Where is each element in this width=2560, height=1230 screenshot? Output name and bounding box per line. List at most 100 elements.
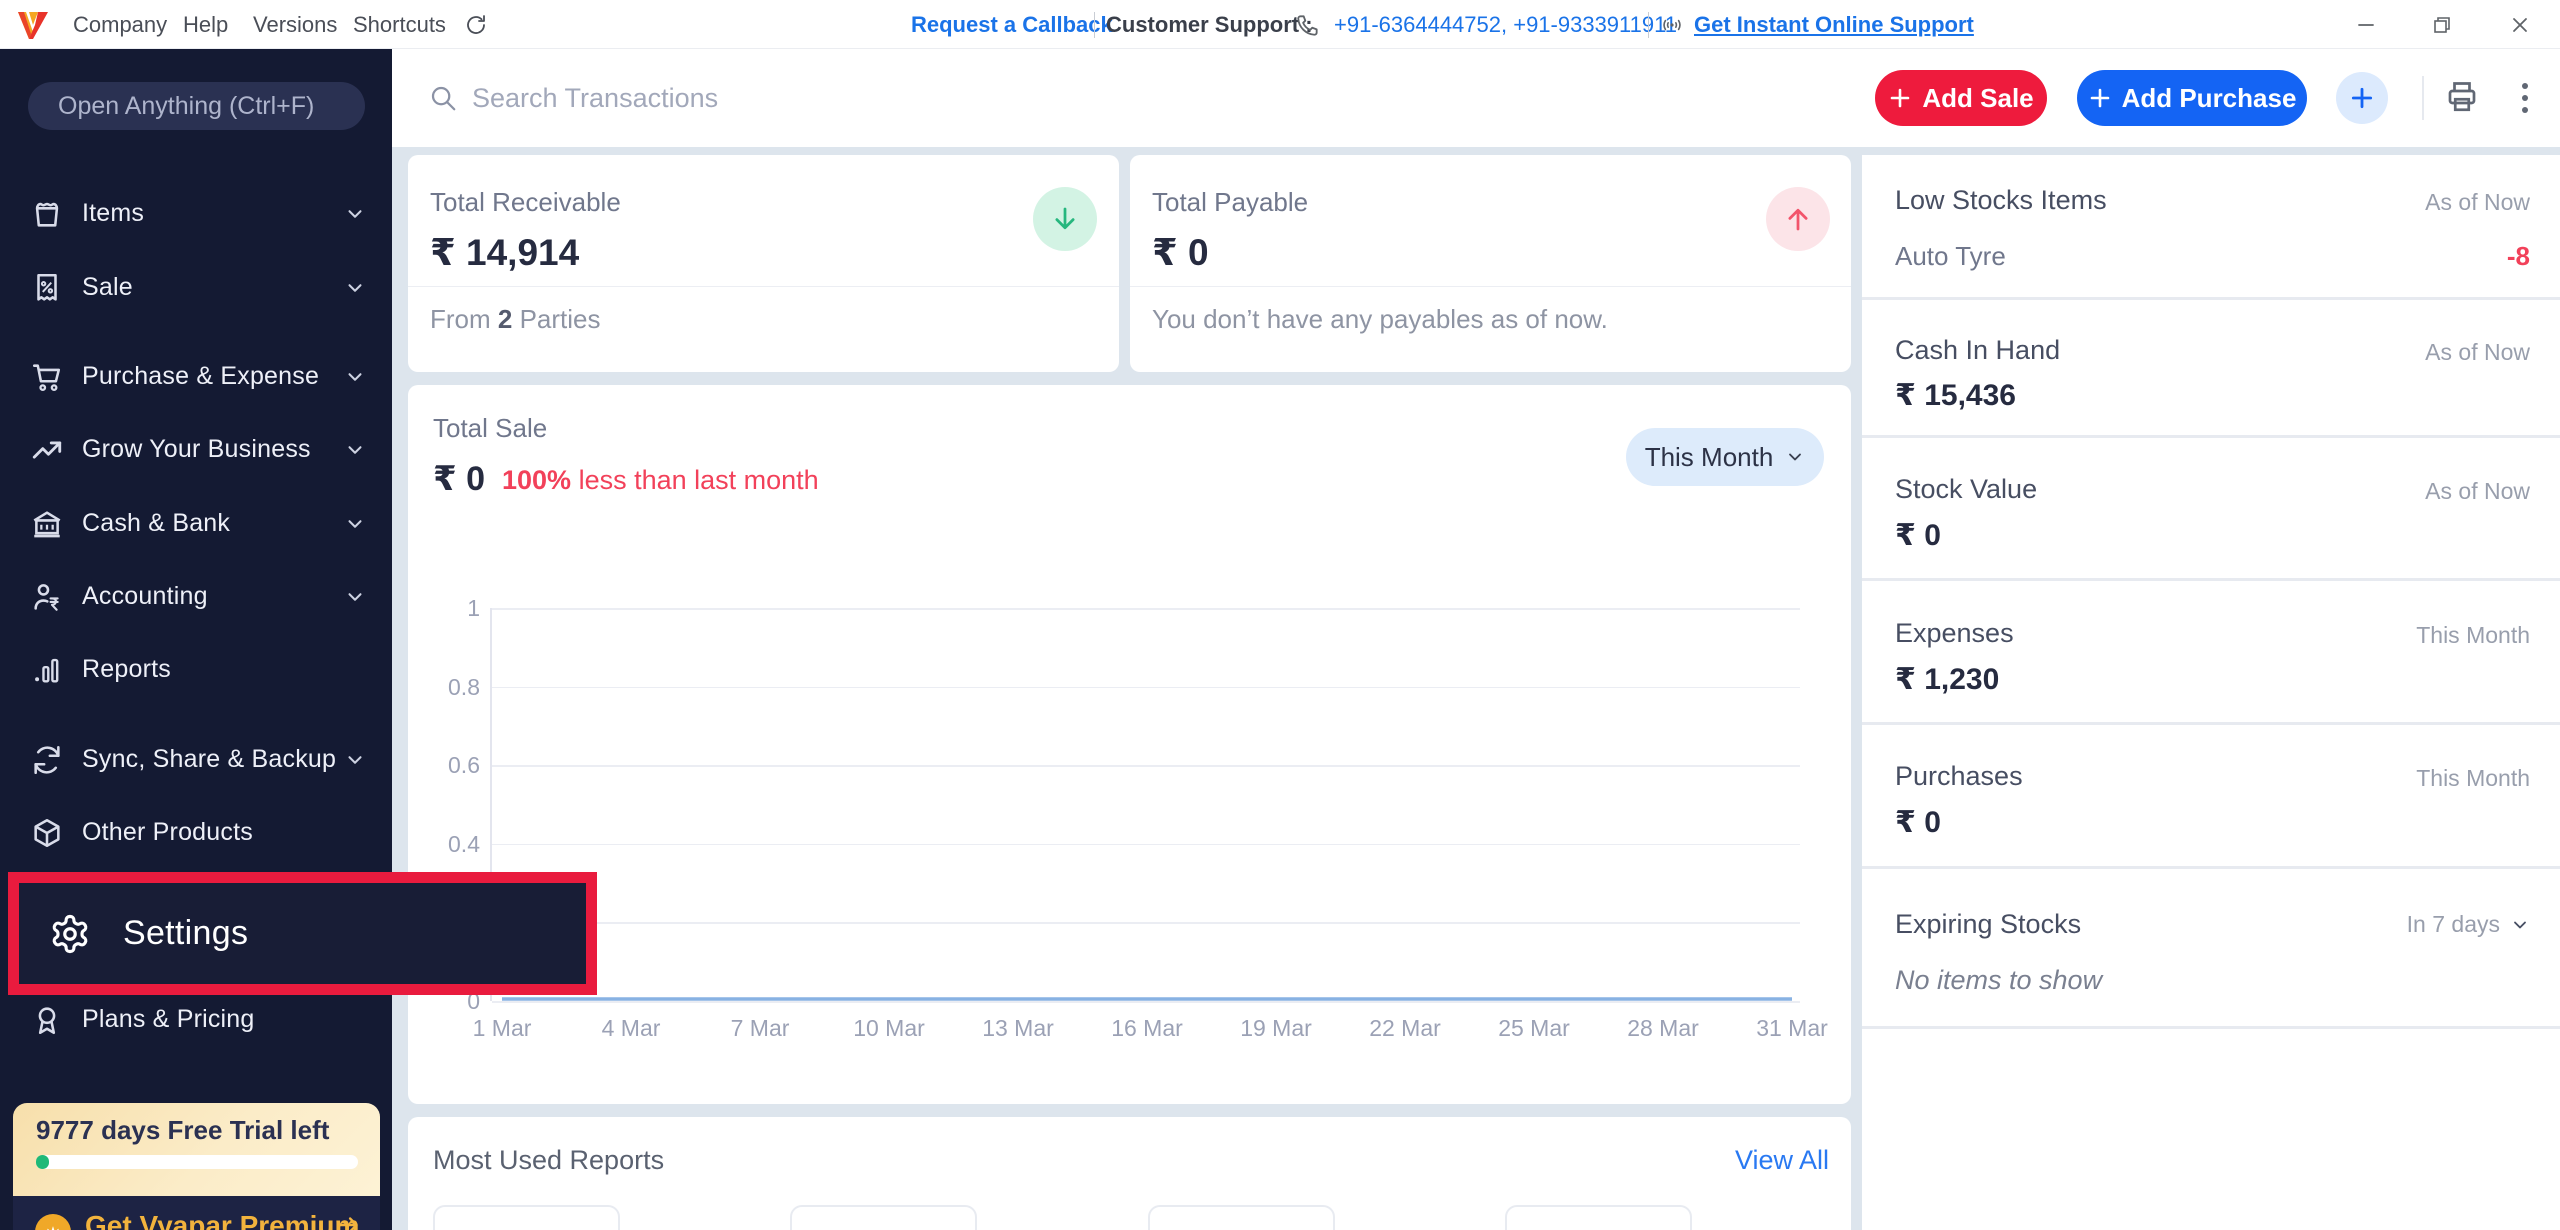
sidebar: Items Sale Purchase & Expense Grow Your … [0,49,392,1230]
x-axis-tick-label: 16 Mar [1111,1015,1183,1041]
sidebar-item-grow-your-business[interactable]: Grow Your Business [0,413,392,486]
plus-icon [1888,86,1912,110]
chart-gridline [492,1001,1800,1003]
sale-amount: ₹ 0 [433,460,486,498]
most-used-reports-card: Most Used Reports View All [408,1117,1851,1230]
sale-change-text: 100% less than last month [502,465,819,495]
x-axis-tick-label: 22 Mar [1369,1015,1441,1041]
live-support-icon [1660,0,1684,49]
sidebar-item-other-products[interactable]: Other Products [0,796,392,869]
arrow-down-icon [1050,204,1080,234]
bank-icon [30,507,64,541]
more-options-button[interactable] [2510,78,2540,118]
chevron-down-icon [344,513,366,535]
menu-company[interactable]: Company [73,0,167,49]
report-tile[interactable] [790,1205,977,1230]
section-title: Most Used Reports [433,1145,665,1175]
arrow-right-icon [336,1212,362,1230]
sidebar-item-accounting[interactable]: Accounting [0,560,392,633]
sale-chart-title: Total Sale [433,413,548,443]
sidebar-item-reports[interactable]: Reports [0,633,392,706]
chart-gridline [492,843,1800,846]
minimize-button[interactable] [2342,0,2390,49]
printer-icon [2444,79,2480,115]
search-icon [428,83,458,113]
low-stock-item-name: Auto Tyre [1895,241,2006,271]
divider [1094,12,1095,38]
trending-up-icon [30,433,64,467]
quick-add-button[interactable] [2336,72,2388,124]
add-sale-button[interactable]: Add Sale [1875,70,2047,126]
stock-value-amount: ₹ 0 [1895,519,1941,552]
titlebar: Company Help Versions Shortcuts Request … [0,0,2560,49]
divider [2422,76,2424,120]
customer-support-label: Customer Support : [1106,11,1313,37]
expiring-stocks-section[interactable]: Expiring Stocks In 7 days No items to sh… [1862,869,2560,1029]
sidebar-item-purchase-expense[interactable]: Purchase & Expense [0,340,392,413]
view-all-link[interactable]: View All [1735,1145,1829,1176]
sidebar-item-sale[interactable]: Sale [0,251,392,324]
person-rupee-icon [30,580,64,614]
bar-chart-icon [30,653,64,687]
chart-gridline [492,686,1800,689]
search-transactions-input[interactable] [472,70,1112,126]
x-axis-tick-label: 7 Mar [730,1015,790,1041]
get-premium-button[interactable]: Get Vyapar Premium [13,1196,380,1230]
total-payable-card[interactable]: Total Payable ₹ 0 You don’t have any pay… [1130,155,1851,372]
report-tile[interactable] [433,1205,620,1230]
payable-badge [1766,187,1830,251]
print-button[interactable] [2442,78,2482,118]
chevron-down-icon [2510,915,2530,935]
box-icon [30,816,64,850]
plus-icon [2349,85,2375,111]
add-purchase-button[interactable]: Add Purchase [2077,70,2307,126]
restore-button[interactable] [2418,0,2466,49]
receipt-icon [30,271,64,305]
purchases-amount: ₹ 0 [1895,806,1941,839]
receivable-amount: ₹ 14,914 [430,232,580,273]
sidebar-item-sync-share-backup[interactable]: Sync, Share & Backup [0,723,392,796]
cash-in-hand-section[interactable]: Cash In Hand As of Now ₹ 15,436 [1862,300,2560,438]
arrow-up-icon [1783,204,1813,234]
x-axis-tick-label: 28 Mar [1627,1015,1699,1041]
support-phone-numbers[interactable]: +91-6364444752, +91-9333911911 [1334,0,1677,49]
divider [1130,286,1851,287]
trial-progress-bar [36,1155,358,1169]
sidebar-item-cash-bank[interactable]: Cash & Bank [0,487,392,560]
menu-help[interactable]: Help [183,0,228,49]
menu-shortcuts[interactable]: Shortcuts [353,0,446,49]
chevron-down-icon [344,586,366,608]
card-title: Total Receivable [430,187,621,217]
chevron-down-icon [344,749,366,771]
x-axis-tick-label: 25 Mar [1498,1015,1570,1041]
low-stocks-section[interactable]: Low Stocks Items As of Now Auto Tyre -8 [1862,155,2560,300]
close-button[interactable] [2496,0,2544,49]
report-tile[interactable] [1505,1205,1692,1230]
y-axis-tick-label: 0.6 [448,752,480,779]
online-support-link[interactable]: Get Instant Online Support [1694,0,1974,49]
trial-progress-fill [36,1155,49,1169]
period-dropdown[interactable]: This Month [1626,428,1824,486]
refresh-icon[interactable] [464,0,488,49]
empty-state-text: No items to show [1895,965,2103,995]
purchases-section[interactable]: Purchases This Month ₹ 0 [1862,725,2560,869]
divider [1648,12,1649,38]
open-anything-input[interactable] [28,82,365,130]
basket-icon [30,197,64,231]
sidebar-item-settings-highlighted[interactable]: Settings [8,872,597,995]
phone-icon [1295,0,1321,49]
expiring-stocks-filter[interactable]: In 7 days [2407,911,2530,938]
expenses-section[interactable]: Expenses This Month ₹ 1,230 [1862,581,2560,725]
chevron-down-icon [344,277,366,299]
card-title: Total Payable [1152,187,1309,217]
x-axis-tick-label: 10 Mar [853,1015,925,1041]
stock-value-section[interactable]: Stock Value As of Now ₹ 0 [1862,438,2560,581]
x-axis-tick-label: 1 Mar [472,1015,532,1041]
request-callback-link[interactable]: Request a Callback [911,0,1113,49]
y-axis-tick-label: 0.4 [448,830,480,857]
report-tile[interactable] [1148,1205,1335,1230]
menu-versions[interactable]: Versions [253,0,337,49]
cash-in-hand-amount: ₹ 15,436 [1895,379,2016,412]
total-receivable-card[interactable]: Total Receivable ₹ 14,914 From 2 Parties [408,155,1119,372]
sidebar-item-items[interactable]: Items [0,177,392,250]
